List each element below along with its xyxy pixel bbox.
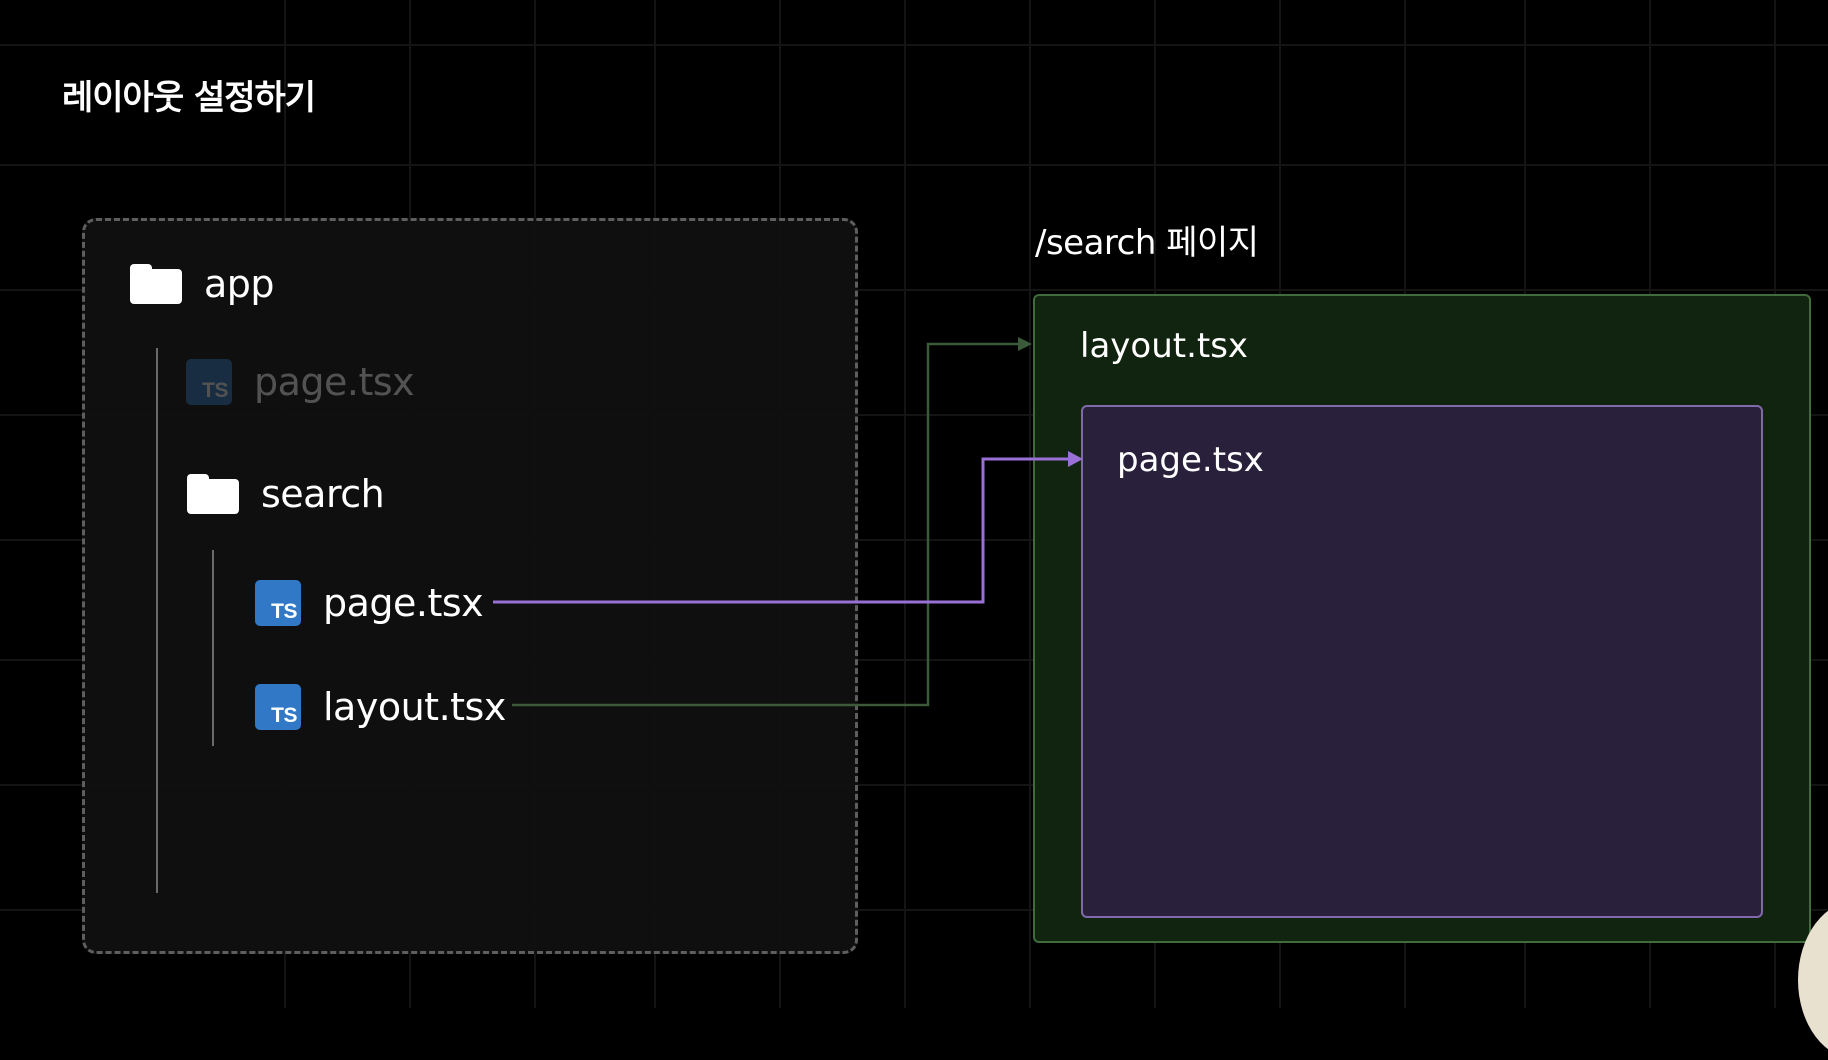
connector-arrows — [493, 337, 1083, 707]
page-connector-arrow — [493, 451, 1083, 604]
layout-connector-arrow — [512, 337, 1032, 707]
